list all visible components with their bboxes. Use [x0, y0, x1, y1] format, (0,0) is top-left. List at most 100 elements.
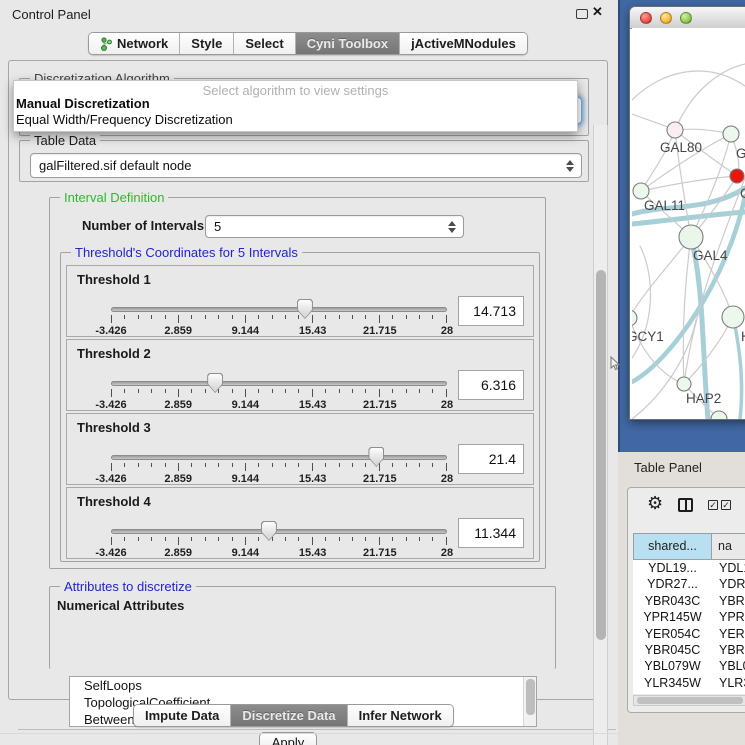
tab-jactivemnodules[interactable]: jActiveMNodules: [399, 33, 527, 54]
slider-ticks: [111, 315, 447, 324]
tick-label: 21.715: [363, 399, 397, 411]
tab-impute-data[interactable]: Impute Data: [134, 705, 230, 726]
network-node-gal80[interactable]: [667, 122, 683, 138]
tab-select[interactable]: Select: [233, 33, 294, 54]
network-node-h-node[interactable]: [722, 306, 744, 328]
tick-label: 9.144: [232, 547, 260, 559]
table-row[interactable]: YDR27...YDR2: [633, 576, 745, 592]
cell-name: YBR0: [712, 593, 745, 609]
tab-style[interactable]: Style: [179, 33, 233, 54]
slider-track[interactable]: [111, 307, 447, 312]
tab-label: jActiveMNodules: [411, 33, 516, 54]
attribute-item-selfloops[interactable]: SelfLoops: [70, 677, 536, 694]
checkbox-icon-1[interactable]: ✓: [708, 500, 718, 510]
threshold-value-field[interactable]: 11.344: [458, 518, 524, 548]
table-row[interactable]: YIL052CYIL0: [633, 691, 745, 694]
table-row[interactable]: YDL19...YDL1: [633, 560, 745, 576]
slider-ticks: [111, 389, 447, 398]
table-header: shared...na: [633, 533, 745, 560]
cell-shared-name: YLR345W: [633, 675, 712, 691]
table-row[interactable]: YBR045CYBR0: [633, 642, 745, 658]
combo-stepper-icon: [448, 221, 456, 233]
table-row[interactable]: YBR043CYBR0: [633, 593, 745, 609]
slider-track[interactable]: [111, 455, 447, 460]
tab-infer-network[interactable]: Infer Network: [347, 705, 453, 726]
threshold-panel-4: Threshold 4-3.4262.8599.14415.4321.71528…: [66, 487, 534, 559]
slider-track[interactable]: [111, 529, 447, 534]
float-window-icon[interactable]: [576, 9, 588, 19]
panel-scrollbar[interactable]: [593, 125, 608, 745]
tab-network[interactable]: Network: [89, 33, 179, 54]
slider-track[interactable]: [111, 381, 447, 386]
column-header-1[interactable]: na: [712, 533, 745, 560]
tick-label: 9.144: [232, 399, 260, 411]
network-edge[interactable]: [684, 317, 733, 384]
network-node-red-node[interactable]: [730, 169, 744, 183]
group-title: Interval Definition: [60, 190, 168, 205]
network-edge[interactable]: [675, 64, 745, 130]
interval-definition-group: Interval Definition Number of Intervals …: [49, 197, 546, 569]
threshold-value-field[interactable]: 21.4: [458, 444, 524, 474]
network-window-titlebar[interactable]: [630, 7, 745, 29]
network-edge[interactable]: [632, 318, 684, 384]
network-node-top-right[interactable]: [723, 126, 739, 142]
table-data-value: galFiltered.sif default node: [39, 158, 191, 173]
cell-name: YDR2: [712, 576, 745, 592]
close-traffic-light-icon[interactable]: [640, 12, 652, 24]
cell-name: YBL0: [712, 658, 745, 674]
zoom-traffic-light-icon[interactable]: [680, 12, 692, 24]
node-label-hap2: HAP2: [686, 391, 721, 406]
tick-label: 28: [441, 399, 453, 411]
network-node-gcy1[interactable]: [632, 310, 637, 326]
table-row[interactable]: YBL079WYBL0: [633, 658, 745, 674]
threshold-panel-1: Threshold 1-3.4262.8599.14415.4321.71528…: [66, 265, 534, 337]
group-title: Table Data: [30, 133, 100, 148]
scrollbar-thumb[interactable]: [637, 697, 743, 704]
table-row[interactable]: YER054CYER0: [633, 626, 745, 642]
cell-shared-name: YPR145W: [633, 609, 712, 625]
threshold-value-field[interactable]: 6.316: [458, 370, 524, 400]
threshold-slider: -3.4262.8599.14415.4321.71528: [111, 368, 447, 412]
number-of-intervals-combobox[interactable]: 5: [205, 215, 464, 238]
threshold-label: Threshold 1: [77, 272, 151, 287]
gear-icon[interactable]: ⚙: [647, 493, 663, 513]
network-node-bottom-node[interactable]: [711, 411, 727, 419]
tick-label: 21.715: [363, 547, 397, 559]
list-scrollbar[interactable]: [523, 677, 536, 726]
tab-label: Impute Data: [145, 705, 219, 726]
tab-cyni-toolbox[interactable]: Cyni Toolbox: [295, 33, 399, 54]
attributes-group: Attributes to discretize Numerical Attri…: [49, 586, 556, 669]
cell-shared-name: YDL19...: [633, 560, 712, 576]
cell-shared-name: YER054C: [633, 626, 712, 642]
columns-icon[interactable]: [678, 498, 693, 512]
tab-label: Select: [245, 33, 283, 54]
table-row[interactable]: YLR345WYLR3: [633, 675, 745, 691]
scrollbar-thumb[interactable]: [596, 270, 606, 640]
network-node-gal11[interactable]: [633, 183, 649, 199]
network-edge[interactable]: [632, 71, 745, 100]
algorithm-option-manual-discretization[interactable]: Manual Discretization: [14, 96, 577, 112]
thresholds-group: Threshold's Coordinates for 5 Intervals …: [60, 252, 540, 562]
cell-name: YER0: [712, 626, 745, 642]
number-of-intervals-value: 5: [214, 219, 221, 234]
network-node-hap2[interactable]: [677, 377, 691, 391]
close-icon[interactable]: ✕: [592, 4, 603, 20]
threshold-panel-2: Threshold 2-3.4262.8599.14415.4321.71528…: [66, 339, 534, 411]
tab-discretize-data[interactable]: Discretize Data: [230, 705, 346, 726]
network-canvas[interactable]: GAL80GACGAL11GAL4GCY1HHAP2: [632, 28, 745, 419]
table-hscrollbar[interactable]: [633, 695, 745, 706]
threshold-label: Threshold 4: [77, 494, 151, 509]
node-table: ⚙ ✓ ✓ shared...na YDL19...YDL1YDR27...YD…: [627, 487, 745, 713]
algorithm-option-equal-width-frequency-discretization[interactable]: Equal Width/Frequency Discretization: [14, 112, 577, 128]
tick-label: 9.144: [232, 473, 260, 485]
column-header-0[interactable]: shared...: [633, 533, 712, 560]
table-row[interactable]: YPR145WYPR1: [633, 609, 745, 625]
threshold-value-field[interactable]: 14.713: [458, 296, 524, 326]
checkbox-icon-2[interactable]: ✓: [721, 500, 731, 510]
minimize-traffic-light-icon[interactable]: [660, 12, 672, 24]
threshold-slider: -3.4262.8599.14415.4321.71528: [111, 442, 447, 486]
cell-name: YDL1: [712, 560, 745, 576]
network-edge[interactable]: [641, 176, 737, 191]
network-node-gal4[interactable]: [679, 225, 703, 249]
table-data-combobox[interactable]: galFiltered.sif default node: [30, 153, 582, 178]
